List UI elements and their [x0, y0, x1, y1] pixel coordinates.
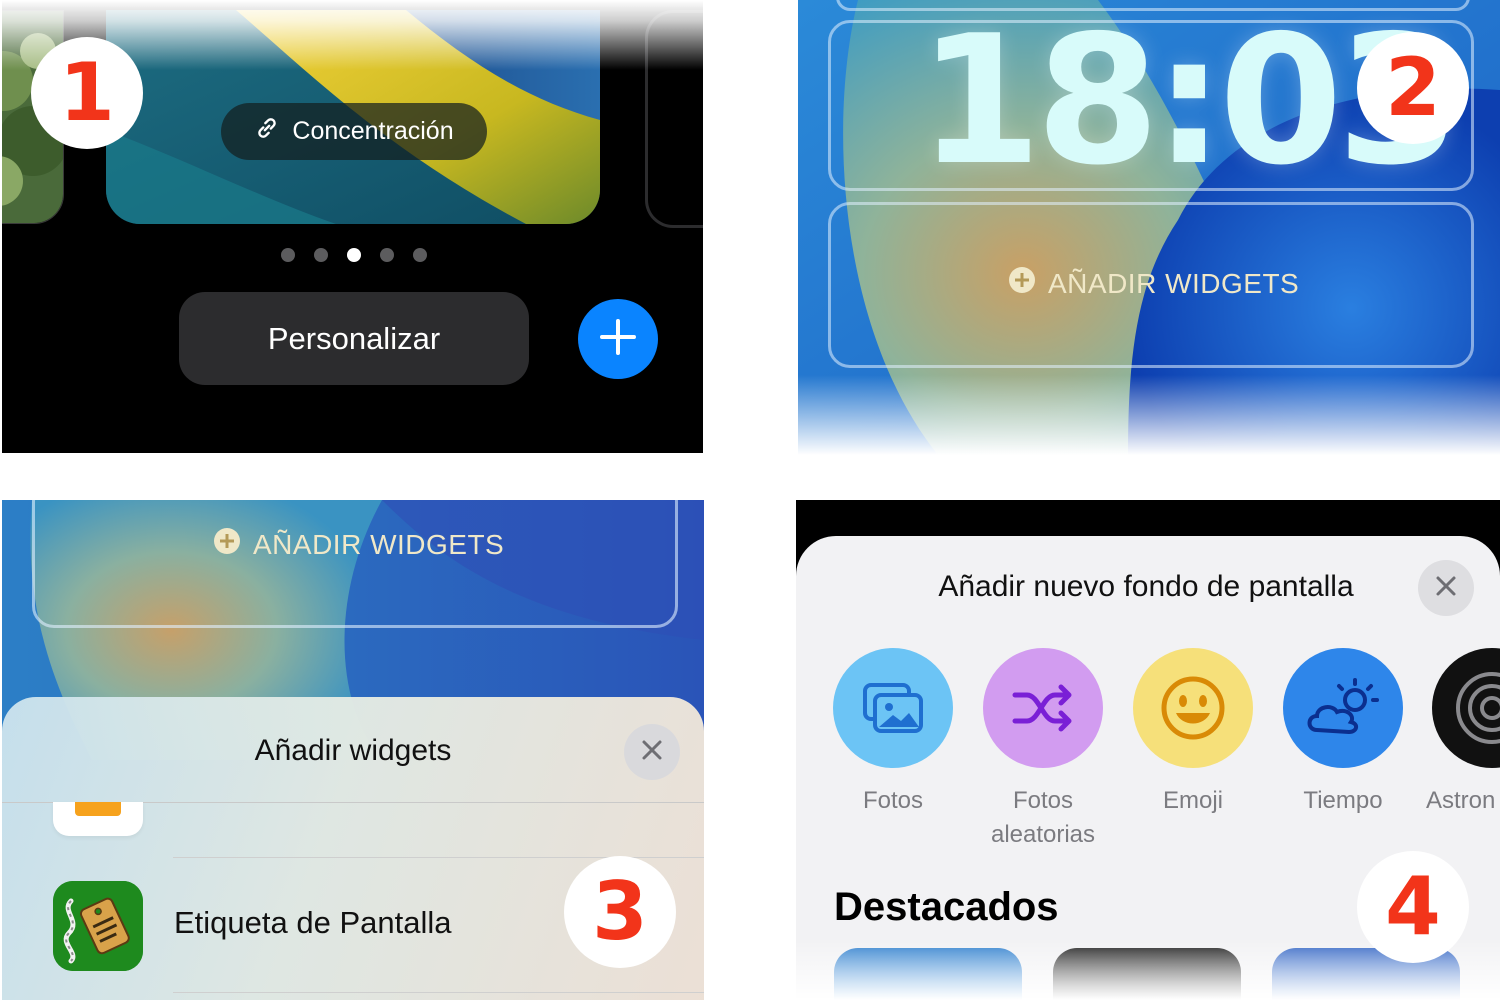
step-badge-4: 4	[1357, 851, 1469, 963]
smiley-icon[interactable]	[1133, 648, 1253, 768]
customize-button[interactable]: Personalizar	[179, 292, 529, 385]
add-widgets-button[interactable]: AÑADIR WIDGETS	[213, 527, 504, 562]
sheet-title: Añadir nuevo fondo de pantalla	[938, 570, 1354, 603]
weather-icon[interactable]	[1283, 648, 1403, 768]
price-tag-app-icon[interactable]	[53, 881, 143, 971]
close-icon	[640, 738, 664, 767]
plus-circle-icon	[213, 527, 241, 562]
close-button[interactable]	[1418, 560, 1474, 616]
plus-circle-icon	[1008, 266, 1036, 301]
option-shuffle-photos[interactable]: Fotos aleatorias	[983, 648, 1103, 852]
option-astronomy[interactable]: Astron	[1426, 648, 1500, 818]
step-badge-2: 2	[1357, 32, 1469, 144]
sheet-title: Añadir widgets	[254, 734, 452, 767]
page-dot[interactable]	[413, 248, 427, 262]
option-label: Fotos	[862, 787, 924, 814]
option-label: Tiempo	[1303, 787, 1383, 814]
add-wallpaper-button[interactable]	[578, 299, 658, 379]
option-weather[interactable]: Tiempo	[1283, 648, 1403, 818]
close-button[interactable]	[624, 724, 680, 780]
link-icon	[254, 115, 280, 148]
divider	[173, 992, 704, 993]
page-dot[interactable]	[281, 248, 295, 262]
astronomy-icon[interactable]	[1432, 648, 1500, 768]
focus-mode-label: Concentración	[292, 117, 454, 145]
add-widgets-label: AÑADIR WIDGETS	[1048, 267, 1300, 299]
step-badge-3: 3	[564, 856, 676, 968]
step-badge-1: 1	[31, 37, 143, 149]
option-label: Fotos aleatorias	[990, 787, 1096, 848]
page-dot-active[interactable]	[347, 248, 361, 262]
option-emoji[interactable]: Emoji	[1133, 648, 1253, 818]
close-icon	[1434, 574, 1458, 603]
photos-icon[interactable]	[833, 648, 953, 768]
option-label: Emoji	[1162, 787, 1223, 814]
add-widgets-label: AÑADIR WIDGETS	[253, 528, 505, 560]
plus-icon	[598, 317, 638, 362]
page-dot[interactable]	[314, 248, 328, 262]
app-label[interactable]: Etiqueta de Pantalla	[174, 905, 452, 941]
page-dot[interactable]	[380, 248, 394, 262]
shuffle-icon[interactable]	[983, 648, 1103, 768]
add-widgets-button[interactable]: AÑADIR WIDGETS	[1008, 266, 1299, 301]
focus-mode-pill[interactable]: Concentración	[221, 103, 487, 160]
page-indicator[interactable]	[281, 248, 427, 262]
bottom-fade	[798, 375, 1500, 455]
option-label: Astron	[1426, 787, 1496, 814]
featured-heading: Destacados	[834, 885, 1059, 929]
widgets-frame[interactable]	[32, 500, 678, 628]
option-photos[interactable]: Fotos	[833, 648, 953, 818]
app-icon-partial[interactable]	[53, 802, 143, 836]
